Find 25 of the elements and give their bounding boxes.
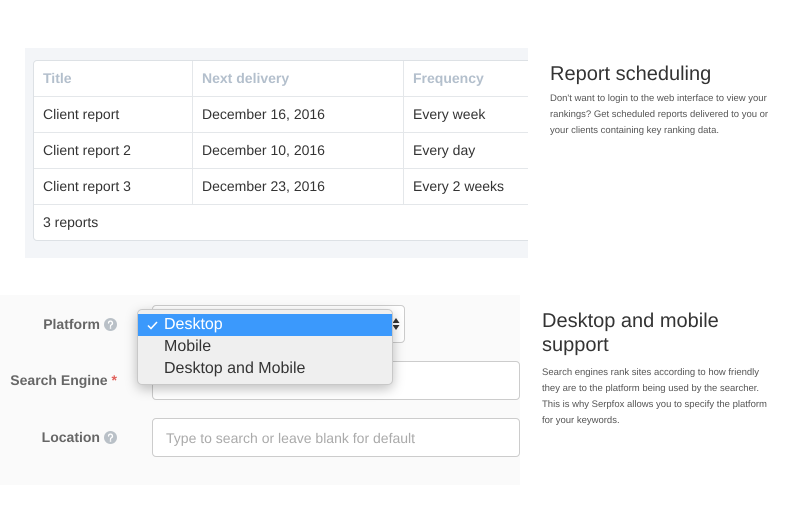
column-header: Title [43, 69, 72, 88]
required-mark: * [112, 371, 117, 390]
table-cell-text: Every 2 weeks [413, 177, 504, 196]
field-label: Search Engine [10, 371, 108, 390]
column-header: Next delivery [202, 69, 290, 88]
table-cell-text: December 23, 2016 [202, 177, 325, 196]
table-cell-text: Every week [413, 105, 486, 124]
text-field[interactable]: Type to search or leave blank for default [152, 418, 520, 457]
table-cell-text: Every day [413, 141, 476, 160]
column-header: Frequency [413, 69, 484, 88]
report-count: 3 reports [43, 213, 98, 232]
table-cell-text: Client report 3 [43, 177, 131, 196]
table-cell-text: December 16, 2016 [202, 105, 325, 124]
section-description: Don't want to login to the web interface to view your rankings? Get scheduled reports delivered to you or your clients containing key ranking data. [550, 92, 770, 138]
field-label: Location [42, 428, 100, 447]
table-cell-text: December 10, 2016 [202, 141, 325, 160]
check-icon [147, 320, 158, 330]
updown-arrows-icon [392, 317, 400, 331]
field-label: Platform [43, 314, 100, 334]
table-cell-text: Client report 2 [43, 141, 131, 160]
section-heading: Report scheduling [550, 62, 712, 86]
table-cell-text: Client report [43, 105, 120, 124]
section-description: Search engines rank sites according to how friendly they are to the platform being used by the searcher. This is why Serpfox allows you to specify the platform for your keywords. [542, 366, 768, 428]
dropdown-option[interactable]: Mobile [138, 336, 392, 358]
section-heading: Desktop and mobile support [542, 309, 720, 357]
